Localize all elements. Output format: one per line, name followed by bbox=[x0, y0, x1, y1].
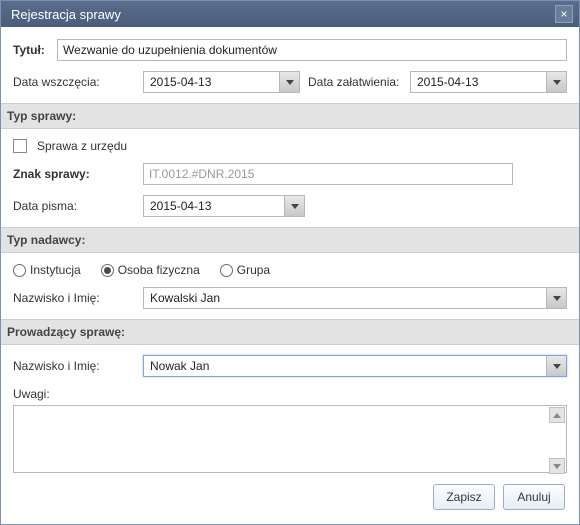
start-date-label: Data wszczęcia: bbox=[13, 75, 143, 89]
section-handler: Prowadzący sprawę: bbox=[1, 319, 579, 345]
section-case-type: Typ sprawy: bbox=[1, 103, 579, 129]
chevron-down-icon[interactable] bbox=[546, 72, 566, 92]
footer: Zapisz Anuluj bbox=[1, 474, 579, 524]
chevron-down-icon[interactable] bbox=[546, 288, 566, 308]
radio-person[interactable]: Osoba fizyczna bbox=[101, 263, 200, 277]
sender-name-label: Nazwisko i Imię: bbox=[13, 291, 143, 305]
notes-label: Uwagi: bbox=[13, 387, 143, 401]
close-icon[interactable]: × bbox=[555, 5, 573, 23]
radio-institution[interactable]: Instytucja bbox=[13, 263, 81, 277]
sender-name-combo[interactable]: Kowalski Jan bbox=[143, 287, 567, 309]
dialog: Rejestracja sprawy × Tytuł: Data wszczęc… bbox=[0, 0, 580, 525]
window-title: Rejestracja sprawy bbox=[11, 7, 121, 22]
office-case-checkbox[interactable] bbox=[13, 139, 27, 153]
section-sender-type: Typ nadawcy: bbox=[1, 227, 579, 253]
case-sign-label: Znak sprawy: bbox=[13, 167, 143, 181]
cancel-button[interactable]: Anuluj bbox=[503, 484, 565, 510]
resolve-date-input[interactable]: 2015-04-13 bbox=[410, 71, 567, 93]
handler-name-combo[interactable]: Nowak Jan bbox=[143, 355, 567, 377]
content: Tytuł: Data wszczęcia: 2015-04-13 Data z… bbox=[1, 27, 579, 474]
handler-name-label: Nazwisko i Imię: bbox=[13, 359, 143, 373]
start-date-input[interactable]: 2015-04-13 bbox=[143, 71, 300, 93]
title-label: Tytuł: bbox=[13, 43, 57, 57]
sender-type-radiogroup: Instytucja Osoba fizyczna Grupa bbox=[13, 263, 567, 277]
titlebar: Rejestracja sprawy × bbox=[1, 1, 579, 27]
chevron-down-icon[interactable] bbox=[284, 196, 304, 216]
radio-group[interactable]: Grupa bbox=[220, 263, 270, 277]
case-sign-input[interactable] bbox=[143, 163, 513, 185]
resolve-date-label: Data załatwienia: bbox=[300, 75, 410, 89]
letter-date-label: Data pisma: bbox=[13, 199, 143, 213]
scroll-down-icon[interactable] bbox=[549, 458, 565, 474]
chevron-down-icon[interactable] bbox=[546, 356, 566, 376]
scroll-up-icon[interactable] bbox=[549, 407, 565, 423]
letter-date-input[interactable]: 2015-04-13 bbox=[143, 195, 305, 217]
title-input[interactable] bbox=[57, 39, 567, 61]
save-button[interactable]: Zapisz bbox=[433, 484, 495, 510]
notes-textarea[interactable] bbox=[13, 405, 567, 473]
chevron-down-icon[interactable] bbox=[279, 72, 299, 92]
office-case-label: Sprawa z urzędu bbox=[37, 139, 127, 153]
